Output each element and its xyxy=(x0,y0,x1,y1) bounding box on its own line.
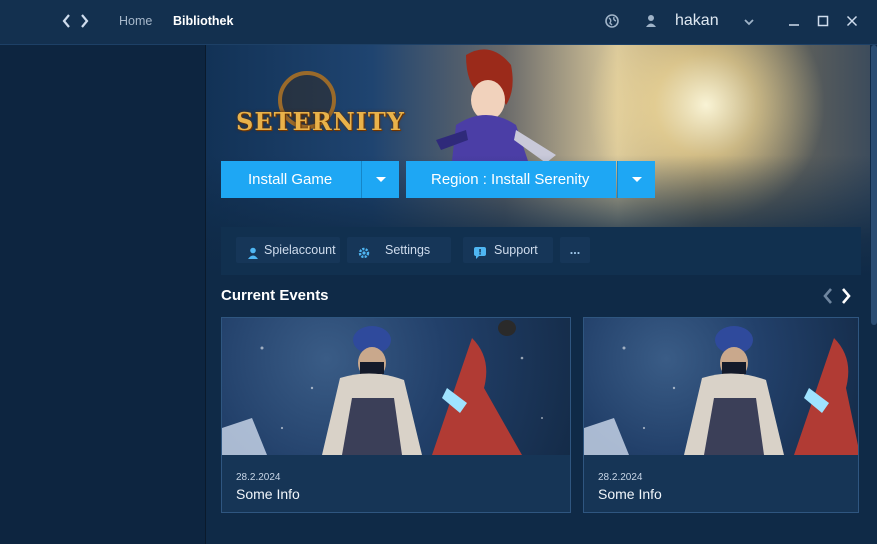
chevron-left-icon[interactable] xyxy=(821,287,835,305)
close-icon[interactable] xyxy=(843,12,861,30)
event-date: 28.2.2024 xyxy=(598,472,643,483)
username[interactable]: hakan xyxy=(675,12,719,30)
settings-label: Settings xyxy=(385,243,431,257)
event-card[interactable]: 28.2.2024 Some Info xyxy=(221,317,571,513)
region-options-button[interactable] xyxy=(617,161,655,198)
settings-link[interactable]: Settings xyxy=(347,237,451,263)
scrollbar[interactable] xyxy=(871,45,877,544)
support-label: Support xyxy=(494,243,538,257)
event-image xyxy=(222,318,570,455)
tab-bibliothek[interactable]: Bibliothek xyxy=(173,14,233,28)
user-icon[interactable] xyxy=(643,13,659,29)
game-logo: SETERNITY xyxy=(236,107,405,136)
support-link[interactable]: Support xyxy=(463,237,553,263)
events-title: Current Events xyxy=(221,287,329,304)
install-options-button[interactable] xyxy=(361,161,399,198)
gear-icon xyxy=(357,243,371,259)
tab-home[interactable]: Home xyxy=(119,14,152,28)
main-content: SETERNITY Install Game Region : Install … xyxy=(206,45,877,544)
chevron-down-icon[interactable] xyxy=(742,15,758,31)
region-button[interactable]: Region : Install Serenity xyxy=(406,161,616,198)
scrollbar-thumb[interactable] xyxy=(871,45,877,325)
chevron-left-icon[interactable] xyxy=(60,12,74,30)
install-game-button[interactable]: Install Game xyxy=(221,161,361,198)
maximize-icon[interactable] xyxy=(814,12,832,30)
caret-down-icon xyxy=(632,177,642,182)
event-date: 28.2.2024 xyxy=(236,472,281,483)
user-icon xyxy=(246,243,260,259)
more-button[interactable]: ... xyxy=(560,237,590,263)
event-image xyxy=(584,318,858,455)
event-title: Some Info xyxy=(236,486,300,502)
globe-icon[interactable] xyxy=(604,13,620,29)
title-bar: Home Bibliothek hakan xyxy=(0,0,877,45)
event-title: Some Info xyxy=(598,486,662,502)
event-card[interactable]: 28.2.2024 Some Info xyxy=(583,317,859,513)
game-links-bar: Spielaccount Settings Support ... xyxy=(221,227,861,275)
minimize-icon[interactable] xyxy=(785,12,803,30)
chevron-right-icon[interactable] xyxy=(77,12,91,30)
sidebar xyxy=(0,45,206,544)
chevron-right-icon[interactable] xyxy=(839,287,853,305)
caret-down-icon xyxy=(376,177,386,182)
spielaccount-link[interactable]: Spielaccount xyxy=(236,237,340,263)
chat-icon xyxy=(473,243,487,259)
spielaccount-label: Spielaccount xyxy=(264,243,336,257)
